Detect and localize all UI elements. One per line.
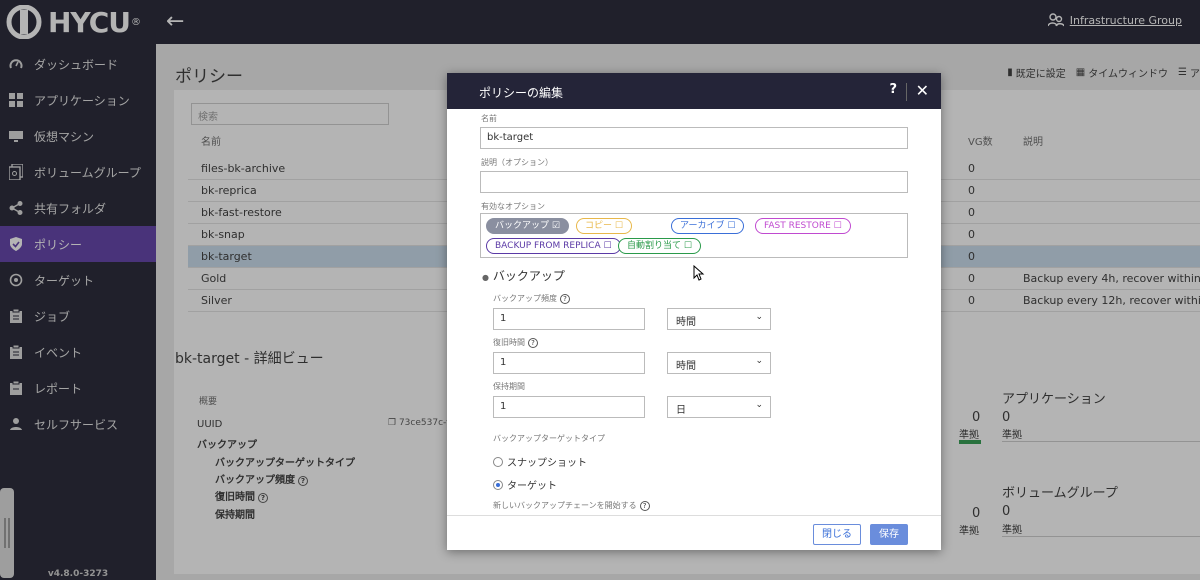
mouse-cursor-icon — [693, 265, 705, 281]
checkbox-empty-icon: ☐ — [600, 241, 612, 251]
header-divider — [906, 83, 907, 101]
dialog-body: 名前 bk-target 説明（オプション） 有効なオプション バックアップ ☑… — [447, 109, 941, 515]
option-chip-4[interactable]: BACKUP FROM REPLICA ☐ — [486, 238, 621, 254]
close-icon[interactable]: ✕ — [916, 81, 929, 100]
option-chip-3[interactable]: FAST RESTORE ☐ — [755, 218, 851, 234]
option-chip-label: BACKUP FROM REPLICA — [495, 241, 601, 251]
radio-snapshot[interactable]: スナップショット — [493, 454, 587, 469]
radio-button-icon — [493, 479, 503, 490]
option-chip-label: コピー — [585, 221, 613, 231]
chevron-down-icon: ⌄ — [755, 312, 763, 322]
checkbox-checked-icon: ☑ — [549, 221, 560, 231]
dialog-title: ポリシーの編集 — [479, 86, 564, 100]
option-chip-label: 自動割り当て — [627, 241, 682, 251]
backup-section-title: ● バックアップ — [482, 269, 565, 283]
checkbox-empty-icon: ☐ — [830, 221, 842, 231]
frequency-unit-select[interactable]: 時間 ⌄ — [667, 308, 771, 330]
radio-target[interactable]: ターゲット — [493, 477, 557, 492]
chevron-down-icon: ⌄ — [755, 400, 763, 410]
description-label: 説明（オプション） — [481, 158, 553, 167]
close-button[interactable]: 閉じる — [813, 524, 861, 545]
checkbox-empty-icon: ☐ — [612, 221, 623, 231]
option-chip-label: アーカイブ — [680, 221, 725, 231]
frequency-input[interactable]: 1 — [493, 308, 645, 330]
recovery-time-input[interactable]: 1 — [493, 352, 645, 374]
target-type-label: バックアップターゲットタイプ — [493, 434, 605, 443]
checkbox-empty-icon: ☐ — [724, 221, 736, 231]
retention-label: 保持期間 — [493, 382, 525, 391]
dialog-footer: 閉じる 保存 — [447, 515, 941, 550]
edit-policy-dialog: ポリシーの編集 ? ✕ 名前 bk-target 説明（オプション） 有効なオプ… — [447, 73, 941, 550]
option-chip-2[interactable]: アーカイブ ☐ — [671, 218, 745, 234]
help-icon[interactable]: ? — [639, 501, 650, 511]
option-chip-0[interactable]: バックアップ ☑ — [486, 218, 569, 234]
help-icon[interactable]: ? — [560, 294, 570, 304]
options-label: 有効なオプション — [481, 202, 545, 211]
save-button[interactable]: 保存 — [870, 524, 908, 545]
description-input[interactable] — [480, 171, 908, 193]
radio-button-icon — [493, 456, 503, 467]
checkbox-empty-icon: ☐ — [681, 241, 692, 251]
frequency-label: バックアップ頻度? — [493, 293, 570, 304]
new-chain-label: 新しいバックアップチェーンを開始する? — [493, 500, 650, 511]
help-icon[interactable]: ? — [889, 82, 897, 97]
chevron-down-icon: ⌄ — [755, 356, 763, 366]
option-chip-5[interactable]: 自動割り当て ☐ — [618, 238, 701, 254]
dialog-header: ポリシーの編集 ? ✕ — [447, 73, 941, 109]
retention-input[interactable]: 1 — [493, 396, 645, 418]
name-label: 名前 — [481, 114, 497, 123]
options-box: バックアップ ☑ コピー ☐ アーカイブ ☐ FAST RESTORE ☐ BACKUP… — [480, 213, 908, 258]
recovery-time-label: 復旧時間? — [493, 337, 538, 348]
recovery-time-unit-select[interactable]: 時間 ⌄ — [667, 352, 771, 374]
help-icon[interactable]: ? — [528, 338, 538, 348]
retention-unit-select[interactable]: 日 ⌄ — [667, 396, 771, 418]
option-chip-label: バックアップ — [495, 221, 550, 231]
option-chip-1[interactable]: コピー ☐ — [576, 218, 632, 234]
name-input[interactable]: bk-target — [480, 127, 908, 149]
option-chip-label: FAST RESTORE — [764, 221, 831, 231]
